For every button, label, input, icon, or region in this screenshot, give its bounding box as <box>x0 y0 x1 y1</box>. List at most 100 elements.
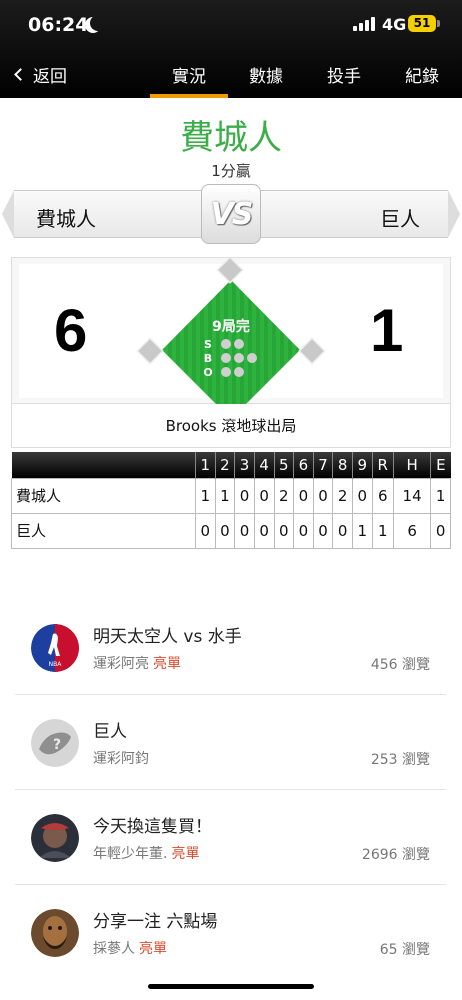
table-cell: 0 <box>332 512 353 549</box>
post-title: 明天太空人 vs 水手 <box>93 627 242 647</box>
ball-dot <box>247 353 257 363</box>
header-cell: 9 <box>352 452 373 478</box>
table-cell: 6 <box>392 512 432 549</box>
post-author: 運彩阿亮 亮單 <box>93 653 181 673</box>
user-photo-icon <box>31 909 79 957</box>
signal-icon <box>353 17 375 31</box>
strike-dot <box>221 339 231 349</box>
author-name: 運彩阿亮 <box>93 656 149 672</box>
table-cell: 0 <box>273 512 295 549</box>
table-row: 費城人 1 1 0 0 2 0 0 2 0 6 14 1 <box>11 477 451 514</box>
moon-icon <box>90 15 106 31</box>
table-cell: 1 <box>371 512 394 549</box>
away-team-name: 費城人 <box>36 207 96 231</box>
row-team-name: 巨人 <box>11 512 196 549</box>
table-cell: 1 <box>214 477 236 514</box>
table-cell: 2 <box>273 477 295 514</box>
linescore-table: 1 2 3 4 5 6 7 8 9 R H E 費城人 1 1 0 0 2 0 … <box>11 452 451 549</box>
table-cell: 6 <box>371 477 394 514</box>
table-cell: 1 <box>195 477 216 514</box>
post-author: 運彩阿鈞 <box>93 748 149 768</box>
table-cell: 1 <box>430 477 451 514</box>
table-cell: 0 <box>352 477 373 514</box>
table-cell: 0 <box>253 512 275 549</box>
battery-tip <box>437 20 440 27</box>
vs-badge: VS <box>201 184 261 244</box>
battery-icon: 51 <box>408 15 436 32</box>
header-cell: 1 <box>195 452 216 478</box>
top-navigation-bar: 06:24 4G 51 返回 實況 數據 投手 紀錄 <box>0 0 462 98</box>
tab-stats[interactable]: 數據 <box>249 62 283 87</box>
row-team-name: 費城人 <box>11 477 196 514</box>
post-author: 採蔘人 亮單 <box>93 938 167 958</box>
header-cell: 3 <box>234 452 255 478</box>
nba-logo-icon: NBA <box>31 624 79 672</box>
ball-dot <box>221 353 231 363</box>
tab-records[interactable]: 紀錄 <box>405 62 439 87</box>
post-author: 年輕少年董. 亮單 <box>93 843 199 863</box>
header-cell: 4 <box>253 452 274 478</box>
back-label: 返回 <box>33 67 67 87</box>
home-score: 1 <box>370 297 404 364</box>
post-views: 253 瀏覽 <box>370 752 430 768</box>
last-play-text: Brooks 滾地球出局 <box>11 404 451 448</box>
table-cell: 0 <box>234 477 255 514</box>
out-label: O <box>203 366 212 379</box>
post-tag: 亮單 <box>139 941 167 957</box>
header-cell: 8 <box>332 452 353 478</box>
ball-dot <box>234 353 244 363</box>
user-photo-icon <box>31 814 79 862</box>
author-name: 採蔘人 <box>93 941 135 957</box>
table-cell: 0 <box>234 512 255 549</box>
post-views: 2696 瀏覽 <box>361 847 430 863</box>
table-cell: 2 <box>332 477 353 514</box>
table-cell: 14 <box>392 477 432 514</box>
table-cell: 0 <box>430 512 451 549</box>
list-item[interactable]: ? 巨人 運彩阿鈞 253 瀏覽 <box>15 695 446 790</box>
list-item[interactable]: 分享一注 六點場 採蔘人 亮單 65 瀏覽 <box>15 885 446 980</box>
table-cell: 0 <box>312 477 334 514</box>
active-tab-indicator <box>150 94 228 98</box>
default-avatar-icon: ? <box>31 719 79 767</box>
post-views: 65 瀏覽 <box>379 942 430 958</box>
home-team-name: 巨人 <box>380 207 420 231</box>
header-cell: 5 <box>273 452 294 478</box>
list-item[interactable]: NBA 明天太空人 vs 水手 運彩阿亮 亮單 456 瀏覽 <box>15 600 446 695</box>
post-title: 巨人 <box>93 722 127 742</box>
chevron-left-icon <box>14 68 27 81</box>
tab-pitchers[interactable]: 投手 <box>327 62 361 87</box>
author-name: 運彩阿鈞 <box>93 751 149 767</box>
post-tag: 亮單 <box>171 846 200 862</box>
inning-status: 9局完 <box>212 318 250 335</box>
back-button[interactable]: 返回 <box>14 62 67 87</box>
post-tag: 亮單 <box>153 656 181 672</box>
strike-dot <box>234 339 244 349</box>
out-dot <box>221 367 231 377</box>
header-cell: E <box>430 452 451 478</box>
status-time: 06:24 <box>28 14 89 36</box>
linescore-header-row: 1 2 3 4 5 6 7 8 9 R H E <box>11 452 451 478</box>
post-title: 分享一注 六點場 <box>93 912 218 932</box>
away-score: 6 <box>54 297 88 364</box>
second-base <box>216 258 244 284</box>
home-indicator[interactable] <box>148 984 314 989</box>
svg-text:NBA: NBA <box>49 661 63 668</box>
table-cell: 0 <box>214 512 236 549</box>
header-cell: R <box>371 452 394 478</box>
winner-title: 費城人 <box>180 118 282 158</box>
table-cell: 0 <box>195 512 216 549</box>
table-row: 巨人 0 0 0 0 0 0 0 0 1 1 6 0 <box>11 512 451 549</box>
tab-live[interactable]: 實況 <box>172 62 206 87</box>
infield-grass <box>162 280 300 404</box>
table-cell: 0 <box>312 512 334 549</box>
author-name: 年輕少年董. <box>93 846 168 862</box>
header-cell: 6 <box>293 452 314 478</box>
ball-label: B <box>204 352 212 365</box>
header-team-cell <box>11 452 196 478</box>
post-views: 456 瀏覽 <box>370 657 430 673</box>
table-cell: 1 <box>352 512 373 549</box>
baseball-diamond: 9局完 S B O <box>136 258 326 404</box>
third-base <box>136 337 164 365</box>
list-item[interactable]: 今天換這隻買！ 年輕少年董. 亮單 2696 瀏覽 <box>15 790 446 885</box>
table-cell: 0 <box>253 477 275 514</box>
